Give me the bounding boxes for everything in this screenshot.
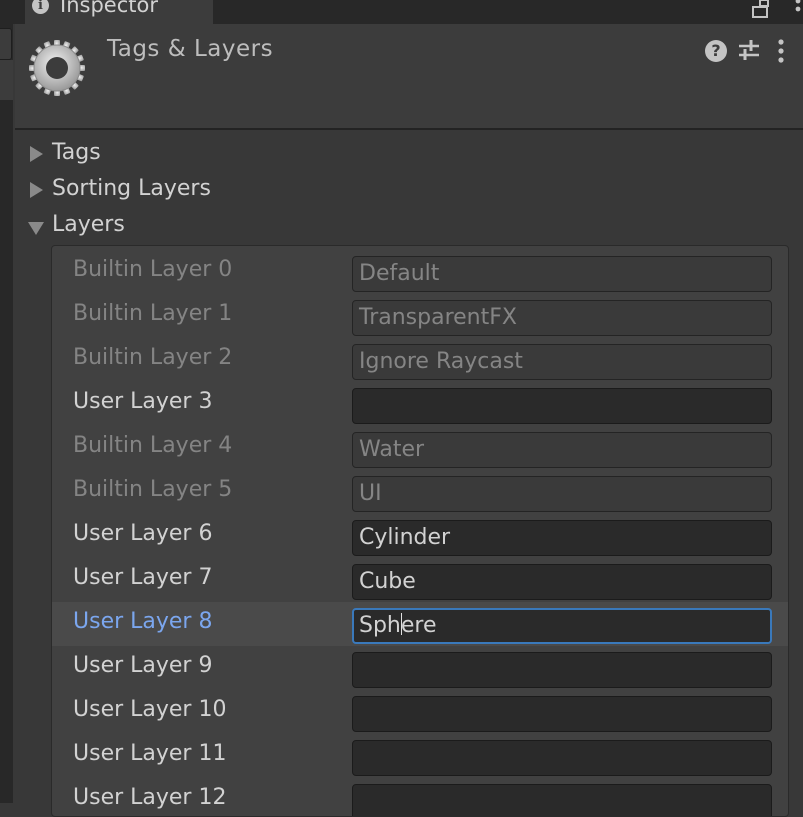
layer-row: User Layer 11 bbox=[52, 734, 788, 778]
foldout-collapsed-arrow-icon bbox=[30, 182, 43, 198]
layer-name-field[interactable]: Sphere bbox=[352, 608, 772, 644]
layer-name-field: Ignore Raycast bbox=[352, 344, 772, 380]
layer-name-field[interactable]: Cylinder bbox=[352, 520, 772, 556]
layer-name-field[interactable] bbox=[352, 696, 772, 732]
foldout-label: Sorting Layers bbox=[52, 176, 211, 201]
kebab-menu-icon[interactable] bbox=[775, 38, 787, 64]
layer-name-field[interactable] bbox=[352, 740, 772, 776]
inspector-content: Tags Sorting Layers Layers Builtin Layer… bbox=[15, 130, 803, 817]
layer-row: User Layer 7 Cube bbox=[52, 558, 788, 602]
foldout-collapsed-arrow-icon bbox=[30, 146, 43, 162]
text-caret bbox=[400, 613, 402, 635]
foldout-expanded-arrow-icon bbox=[28, 222, 44, 235]
left-panel-tab[interactable] bbox=[0, 28, 12, 60]
layer-name-field: UI bbox=[352, 476, 772, 512]
layer-name-field: Water bbox=[352, 432, 772, 468]
layer-label: User Layer 6 bbox=[73, 521, 213, 546]
layer-name-field[interactable] bbox=[352, 652, 772, 688]
layer-name-field: TransparentFX bbox=[352, 300, 772, 336]
layer-row: User Layer 10 bbox=[52, 690, 788, 734]
layer-row: Builtin Layer 0 Default bbox=[52, 250, 788, 294]
layer-label: User Layer 3 bbox=[73, 389, 213, 414]
tab-menu-icon[interactable] bbox=[793, 0, 803, 20]
gear-icon bbox=[29, 40, 85, 96]
layer-row: Builtin Layer 1 TransparentFX bbox=[52, 294, 788, 338]
layer-label: User Layer 8 bbox=[73, 609, 213, 634]
layer-label: Builtin Layer 0 bbox=[73, 257, 233, 282]
foldout-label: Tags bbox=[52, 140, 101, 165]
tab-inspector[interactable]: i Inspector bbox=[25, 0, 213, 24]
layers-list: Builtin Layer 0 Default Builtin Layer 1 Tra… bbox=[51, 245, 789, 817]
presets-sliders-icon[interactable] bbox=[737, 38, 761, 62]
tab-inspector-label: Inspector bbox=[60, 0, 158, 17]
layer-name-field[interactable] bbox=[352, 784, 772, 816]
layer-label: Builtin Layer 1 bbox=[73, 301, 233, 326]
layer-label: Builtin Layer 5 bbox=[73, 477, 233, 502]
tab-bar: i Inspector bbox=[13, 0, 803, 24]
left-panel-edge bbox=[0, 0, 13, 803]
layer-row: Builtin Layer 2 Ignore Raycast bbox=[52, 338, 788, 382]
layer-name-field[interactable] bbox=[352, 388, 772, 424]
layer-row: User Layer 9 bbox=[52, 646, 788, 690]
layer-label: User Layer 11 bbox=[73, 741, 227, 766]
inspector-header: Tags & Layers ? bbox=[15, 24, 803, 130]
layer-label: User Layer 12 bbox=[73, 785, 227, 810]
info-icon: i bbox=[32, 0, 49, 14]
layer-label: Builtin Layer 2 bbox=[73, 345, 233, 370]
layer-name-text-before-caret: Sph bbox=[359, 613, 401, 638]
page-title: Tags & Layers bbox=[107, 36, 274, 62]
layer-name-text-after-caret: ere bbox=[400, 613, 437, 638]
left-panel-content bbox=[0, 60, 13, 100]
layer-row: User Layer 8 Sphere bbox=[52, 602, 788, 646]
layer-row: Builtin Layer 5 UI bbox=[52, 470, 788, 514]
layer-row: User Layer 3 bbox=[52, 382, 788, 426]
help-icon[interactable]: ? bbox=[705, 40, 727, 62]
layer-label: User Layer 9 bbox=[73, 653, 213, 678]
foldout-label: Layers bbox=[52, 212, 125, 237]
layer-label: User Layer 7 bbox=[73, 565, 213, 590]
layer-row: User Layer 12 bbox=[52, 778, 788, 816]
layer-name-field[interactable]: Cube bbox=[352, 564, 772, 600]
layer-row: Builtin Layer 4 Water bbox=[52, 426, 788, 470]
layer-name-field: Default bbox=[352, 256, 772, 292]
layer-row: User Layer 6 Cylinder bbox=[52, 514, 788, 558]
layer-label: Builtin Layer 4 bbox=[73, 433, 233, 458]
layer-label: User Layer 10 bbox=[73, 697, 227, 722]
maximize-icon[interactable] bbox=[751, 0, 771, 20]
